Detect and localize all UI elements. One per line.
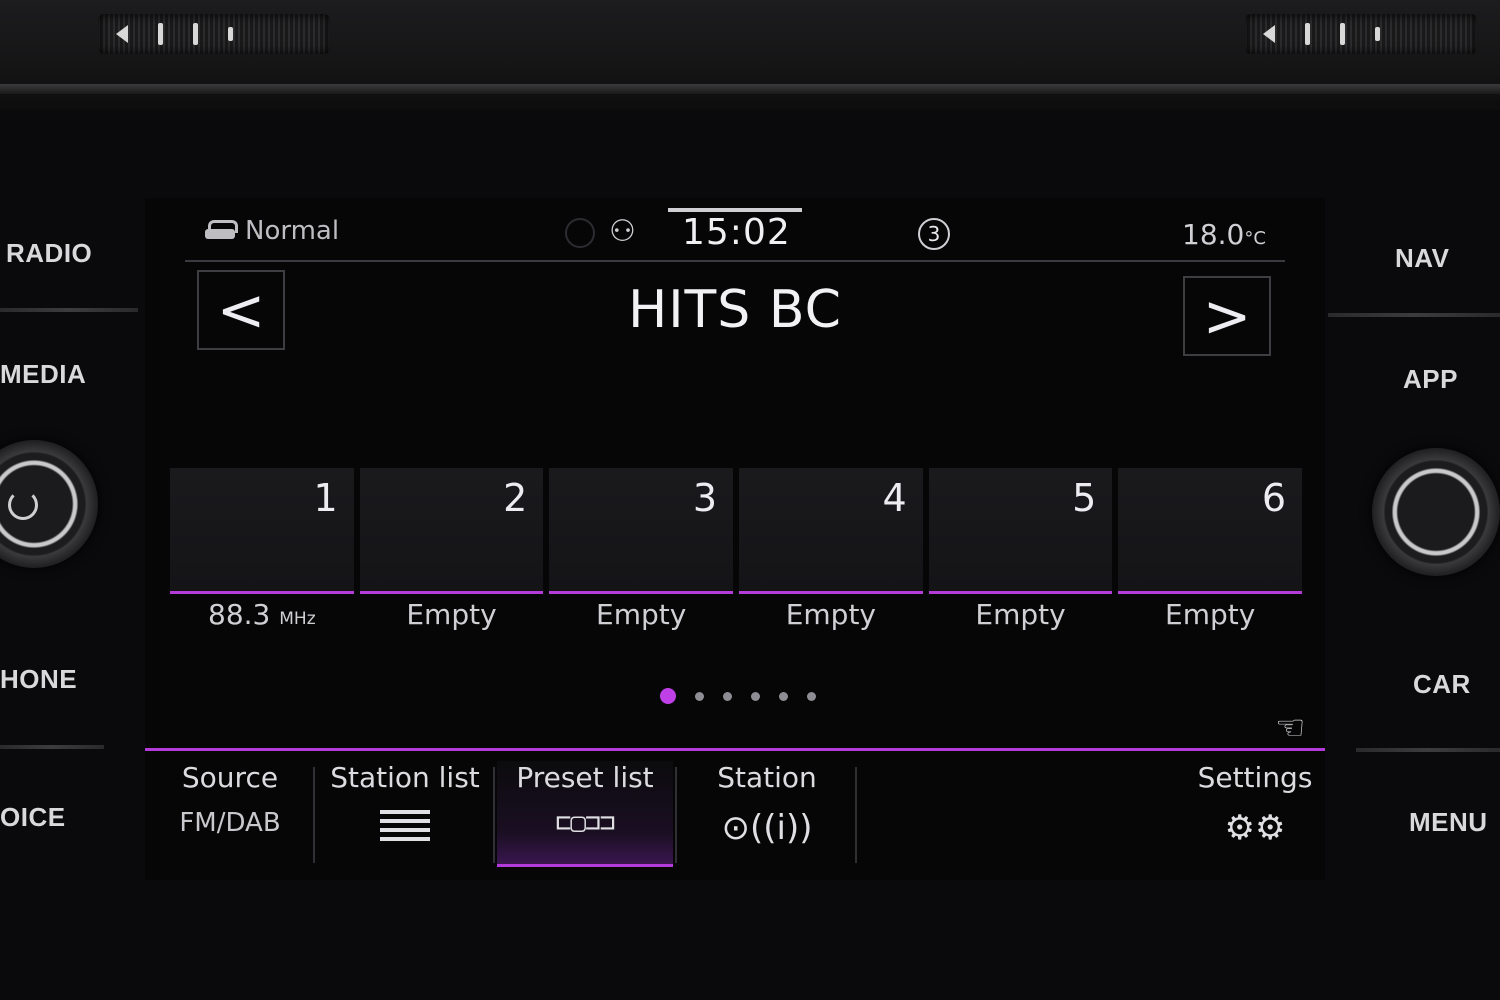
preset-number: 5 <box>1072 476 1097 520</box>
phone-hw-button[interactable]: HONE <box>0 664 77 695</box>
station-list-label: Station list <box>330 761 480 794</box>
preset-value: Empty <box>596 598 687 631</box>
chevron-right-icon: > <box>1202 282 1252 350</box>
page-dot[interactable] <box>695 691 704 701</box>
previous-station-button[interactable]: < <box>197 270 285 350</box>
page-dot[interactable] <box>779 691 788 701</box>
hw-separator <box>0 308 138 312</box>
hw-separator <box>0 745 104 749</box>
preset-6[interactable]: 6 Empty <box>1118 468 1303 648</box>
station-name: HITS BC <box>628 280 842 340</box>
preset-grid: 1 88.3 MHz 2 Empty 3 Empty 4 Empty 5 Emp… <box>170 468 1303 648</box>
preset-value: Empty <box>975 598 1066 631</box>
hand-gesture-icon[interactable]: ☜ <box>1275 708 1305 748</box>
menu-hw-button[interactable]: MENU <box>1409 807 1488 838</box>
preset-number: 1 <box>313 476 338 520</box>
clock: 15:02 <box>682 212 791 253</box>
station-button[interactable]: Station ⊙((𝗂)) <box>679 761 855 867</box>
tuning-knob[interactable] <box>1372 448 1500 576</box>
voice-hw-button[interactable]: OICE <box>0 802 66 833</box>
preset-2[interactable]: 2 Empty <box>359 468 544 648</box>
chevron-left-icon: < <box>216 276 266 344</box>
status-bar: Normal ⚇ 15:02 3 18.0°C <box>185 208 1285 262</box>
preset-unit: MHz <box>279 609 316 629</box>
car-hw-button[interactable]: CAR <box>1413 669 1471 700</box>
hw-separator <box>1328 313 1500 317</box>
next-station-button[interactable]: > <box>1183 276 1271 356</box>
drive-mode[interactable]: Normal <box>205 216 339 246</box>
temperature-unit: °C <box>1244 228 1266 249</box>
preset-grid-icon: ⊏▢⊐⊐ <box>555 808 616 838</box>
antenna-play-icon: ⊙((𝗂)) <box>721 808 813 848</box>
power-icon <box>8 490 38 520</box>
air-vent-right[interactable] <box>1245 14 1477 54</box>
list-icon <box>380 810 430 846</box>
menu-divider <box>675 767 677 863</box>
gear-icon: ⚙⚙ <box>1224 808 1286 848</box>
station-label: Station <box>717 761 817 794</box>
source-button[interactable]: Source FM/DAB <box>155 761 305 867</box>
page-dot[interactable] <box>660 688 676 704</box>
menu-divider <box>313 767 315 863</box>
preset-4[interactable]: 4 Empty <box>739 468 923 648</box>
page-dot[interactable] <box>807 691 816 701</box>
preset-list-button[interactable]: Preset list ⊏▢⊐⊐ <box>497 761 673 867</box>
volume-knob[interactable] <box>0 440 98 568</box>
page-dot[interactable] <box>751 691 760 701</box>
outside-temperature: 18.0°C <box>1182 218 1266 251</box>
drive-mode-label: Normal <box>245 216 340 246</box>
page-indicator[interactable] <box>660 688 816 704</box>
nav-hw-button[interactable]: NAV <box>1395 243 1449 274</box>
preset-number: 6 <box>1261 476 1287 520</box>
notification-badge[interactable]: 3 <box>918 218 950 250</box>
settings-label: Settings <box>1197 761 1313 794</box>
preset-value: Empty <box>785 598 876 631</box>
preset-number: 3 <box>692 476 718 520</box>
preset-number: 2 <box>503 476 528 520</box>
preset-1[interactable]: 1 88.3 MHz <box>170 468 354 648</box>
preset-number: 4 <box>882 476 907 520</box>
temperature-value: 18.0 <box>1182 218 1245 251</box>
app-hw-button[interactable]: APP <box>1403 364 1458 395</box>
preset-3[interactable]: 3 Empty <box>549 468 734 648</box>
preset-5[interactable]: 5 Empty <box>928 468 1113 648</box>
source-value: FM/DAB <box>179 808 281 838</box>
source-label: Source <box>181 761 279 794</box>
settings-button[interactable]: Settings ⚙⚙ <box>1185 761 1325 867</box>
preset-value: Empty <box>1165 598 1256 631</box>
preset-list-label: Preset list <box>516 761 654 794</box>
preset-value: 88.3 <box>208 598 271 631</box>
media-hw-button[interactable]: MEDIA <box>0 359 86 390</box>
menu-divider <box>493 767 495 863</box>
preset-value: Empty <box>406 598 497 631</box>
radio-hw-button[interactable]: RADIO <box>6 238 92 269</box>
hw-separator <box>1356 748 1500 752</box>
car-icon <box>205 220 238 242</box>
menu-divider <box>855 767 857 863</box>
station-list-button[interactable]: Station list <box>317 761 493 867</box>
air-vent-left[interactable] <box>98 14 330 54</box>
bezel-lip <box>0 84 1500 94</box>
infotainment-screen: Normal ⚇ 15:02 3 18.0°C < HITS BC > 1 88… <box>145 198 1325 880</box>
page-dot[interactable] <box>723 691 732 701</box>
globe-icon <box>565 218 595 248</box>
bottom-menu-bar: Source FM/DAB Station list Preset list ⊏… <box>145 748 1325 876</box>
pedestrian-warning-icon: ⚇ <box>609 214 636 249</box>
